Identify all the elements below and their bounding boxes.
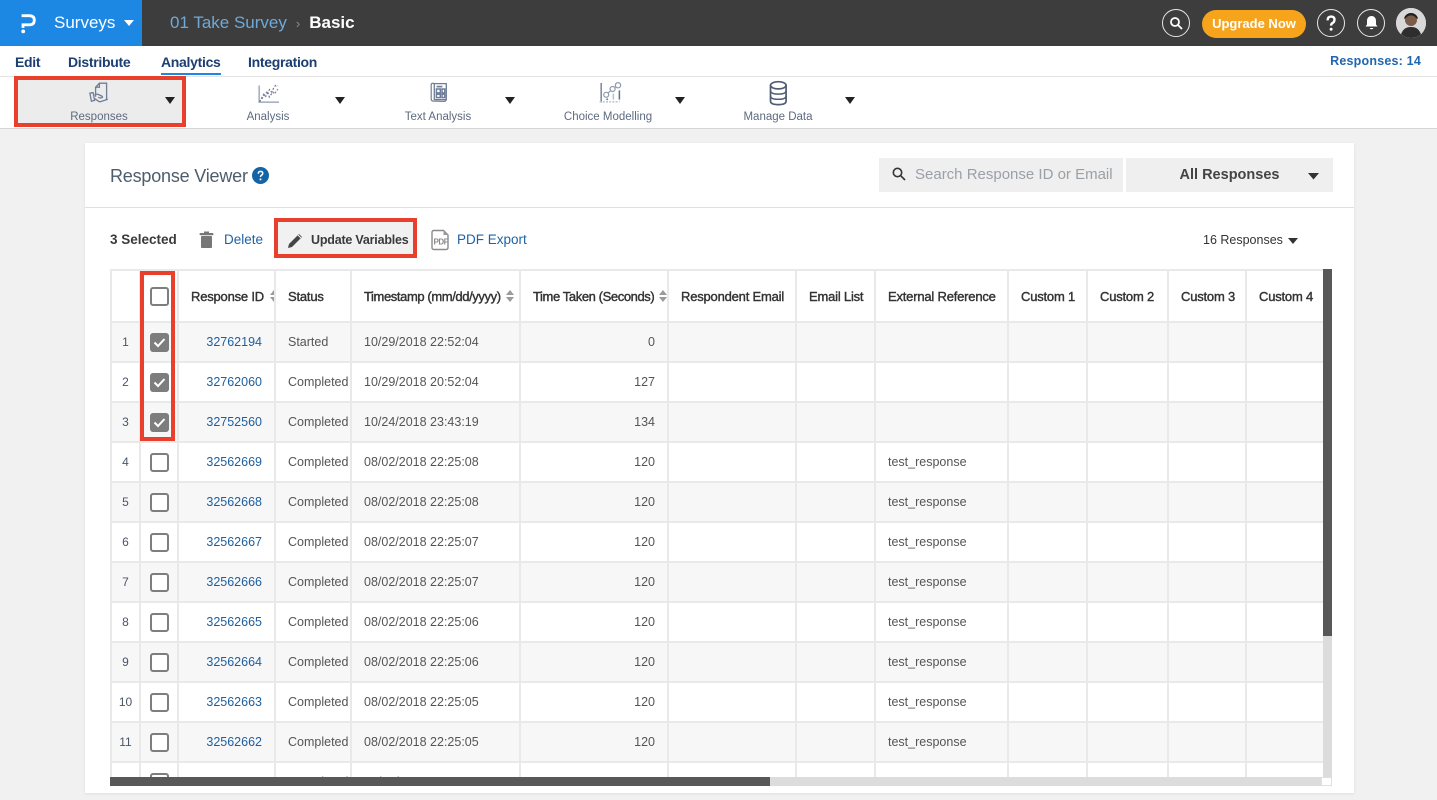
svg-text:PDF: PDF xyxy=(434,238,449,247)
